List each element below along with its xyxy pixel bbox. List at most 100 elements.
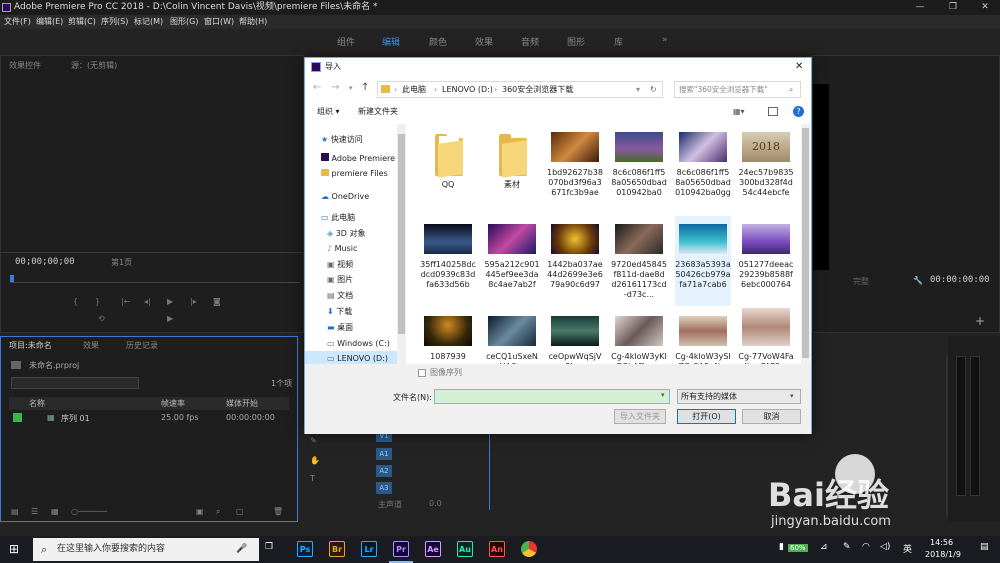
file-item-image[interactable]: ceOpwWqSjV8Jo... — [547, 308, 603, 368]
close-window-button[interactable]: ✕ — [970, 0, 1000, 15]
fit-dropdown[interactable]: 完整 — [853, 276, 869, 287]
wrench-icon[interactable]: 🔧 — [913, 276, 923, 285]
trash-icon[interactable]: 🗑 — [273, 507, 283, 516]
go-to-in-icon[interactable]: |← — [121, 297, 130, 306]
menu-clip[interactable]: 剪辑(C) — [68, 15, 96, 29]
windows-start-icon[interactable]: ⊞ — [9, 542, 19, 556]
hand-tool-icon[interactable]: ✋ — [310, 456, 320, 465]
text-tool-icon[interactable]: T — [310, 474, 315, 483]
up-icon[interactable]: ↑ — [361, 82, 369, 93]
nav-onedrive[interactable]: ☁ OneDrive — [305, 189, 405, 204]
step-forward-icon[interactable]: |▸ — [190, 297, 197, 306]
column-fps[interactable]: 帧速率 — [161, 398, 185, 409]
workspace-graphics[interactable]: 图形 — [567, 35, 585, 48]
file-item-image[interactable]: 9720ed45845f811d-dae8dd26161173cd-d73c..… — [611, 216, 667, 306]
open-button[interactable]: 打开(O) — [677, 409, 736, 424]
minimize-button[interactable]: — — [905, 0, 935, 15]
image-sequence-checkbox[interactable] — [418, 369, 426, 377]
nav-premiere-files[interactable]: premiere Files — [305, 166, 405, 181]
tab-effect-controls[interactable]: 效果控件 — [9, 60, 41, 71]
import-folder-button[interactable]: 导入文件夹 — [614, 409, 666, 424]
battery-icon[interactable]: ▮ — [779, 542, 784, 552]
camera-icon[interactable]: ◙ — [213, 297, 221, 306]
close-icon[interactable]: ✕ — [795, 58, 803, 76]
animate-icon[interactable]: An — [489, 541, 505, 557]
forward-icon[interactable]: → — [331, 82, 339, 93]
chevron-down-icon[interactable]: ▾ — [661, 391, 665, 399]
track-a2[interactable]: A2 — [376, 465, 392, 477]
nav-scrollbar[interactable] — [397, 124, 406, 364]
filename-input[interactable]: ▾ — [434, 389, 670, 404]
project-search-input[interactable] — [11, 377, 139, 389]
task-view-icon[interactable]: ❐ — [265, 542, 273, 552]
track-a1[interactable]: A1 — [376, 448, 392, 460]
nav-videos[interactable]: ▣ 视频 — [305, 257, 405, 272]
nav-downloads[interactable]: ⬇ 下载 — [305, 304, 405, 319]
after-effects-icon[interactable]: Ae — [425, 541, 441, 557]
file-item-image[interactable]: 2018 24ec57b9835300bd328f4d54c44ebcfe — [738, 124, 794, 214]
tab-project[interactable]: 项目:未命名 — [9, 340, 52, 351]
pen-icon[interactable]: ✎ — [843, 542, 851, 552]
help-icon[interactable]: ? — [793, 106, 804, 117]
file-grid-scrollbar[interactable] — [801, 124, 810, 364]
workspace-effects[interactable]: 效果 — [475, 35, 493, 48]
mark-out-icon[interactable]: } — [95, 297, 100, 306]
file-item-qq[interactable]: QQ — [420, 124, 476, 214]
refresh-icon[interactable]: ↻ — [650, 82, 657, 97]
add-button-icon[interactable]: + — [975, 314, 985, 328]
lightroom-icon[interactable]: Lr — [361, 541, 377, 557]
workspace-libraries[interactable]: 库 — [614, 35, 623, 48]
file-item-material[interactable]: 素材 — [484, 124, 540, 214]
workspace-color[interactable]: 颜色 — [429, 35, 447, 48]
audition-icon[interactable]: Au — [457, 541, 473, 557]
menu-sequence[interactable]: 序列(S) — [101, 15, 128, 29]
search-icon[interactable]: ⌕ — [216, 507, 220, 517]
icon-view-icon[interactable]: ▦ — [51, 507, 59, 516]
chevron-down-icon[interactable]: ▾ — [636, 82, 640, 97]
more-workspaces-icon[interactable]: » — [662, 35, 668, 45]
photoshop-icon[interactable]: Ps — [297, 541, 313, 557]
file-item-image[interactable]: 23683a5393a50426cb979afa71a7cab6 — [675, 216, 731, 306]
timeline-playhead[interactable] — [489, 430, 490, 510]
nav-music[interactable]: ♪ Music — [305, 241, 405, 256]
view-options-icon[interactable]: ▦▾ — [733, 102, 745, 122]
file-item-image[interactable]: Cg-4kloW3yKID3hAFiys... — [611, 308, 667, 368]
workspace-editing[interactable]: 编辑 — [382, 35, 400, 48]
file-item-image[interactable]: Cg-77VoW4FaIJsmFAF3... — [738, 308, 794, 368]
nav-drive-d[interactable]: ▭ LENOVO (D:) — [305, 351, 405, 364]
new-bin-icon[interactable]: ▣ — [196, 507, 204, 516]
column-name[interactable]: 名称 — [29, 398, 45, 409]
nav-this-pc[interactable]: ▭ 此电脑 — [305, 210, 405, 225]
nav-quick-access[interactable]: ★ 快速访问 — [305, 132, 405, 147]
file-item-image[interactable]: 051277deeac29239b8588f6ebc000764 — [738, 216, 794, 306]
play-2-icon[interactable]: ▶ — [167, 314, 173, 323]
nav-pictures[interactable]: ▣ 图片 — [305, 272, 405, 287]
workspace-audio[interactable]: 音频 — [521, 35, 539, 48]
scroll-thumb[interactable] — [398, 134, 405, 334]
menu-edit[interactable]: 编辑(E) — [36, 15, 63, 29]
notifications-icon[interactable]: ▤ — [980, 542, 989, 552]
lock-icon[interactable]: ▤ — [11, 507, 19, 516]
playhead-icon[interactable] — [10, 275, 14, 282]
mark-in-icon[interactable]: { — [73, 297, 78, 306]
play-icon[interactable]: ▶ — [167, 297, 173, 306]
file-type-select[interactable]: 所有支持的媒体 ▾ — [677, 389, 801, 404]
new-item-icon[interactable]: ▢ — [236, 507, 244, 516]
nav-desktop[interactable]: ▬ 桌面 — [305, 320, 405, 335]
search-input[interactable]: 搜索"360安全浏览器下载" ⌕ — [674, 81, 801, 98]
table-row[interactable]: ▦ 序列 01 25.00 fps 00:00:00:00 — [9, 411, 289, 425]
nav-drive-c[interactable]: ▭ Windows (C:) — [305, 336, 405, 351]
breadcrumb-drive-d[interactable]: LENOVO (D:) — [442, 82, 493, 97]
file-item-image[interactable]: ceCQ1uSxeNHAO... — [484, 308, 540, 368]
file-item-image[interactable]: 1bd92627b38070bd3f96a3671fc3b9ae — [547, 124, 603, 214]
volume-icon[interactable]: ◁) — [880, 542, 890, 552]
bridge-icon[interactable]: Br — [329, 541, 345, 557]
back-icon[interactable]: ← — [313, 82, 321, 93]
tab-source[interactable]: 源：(无剪辑) — [71, 60, 117, 71]
list-view-icon[interactable]: ☰ — [31, 507, 38, 516]
network-icon[interactable]: ⊿ — [820, 542, 828, 552]
breadcrumb-downloads[interactable]: 360安全浏览器下载 — [502, 82, 573, 97]
taskbar-search-input[interactable]: ⌕ 在这里输入你要搜索的内容 🎤 — [33, 538, 259, 561]
time-ruler[interactable] — [10, 282, 300, 283]
step-back-icon[interactable]: ◂| — [144, 297, 151, 306]
